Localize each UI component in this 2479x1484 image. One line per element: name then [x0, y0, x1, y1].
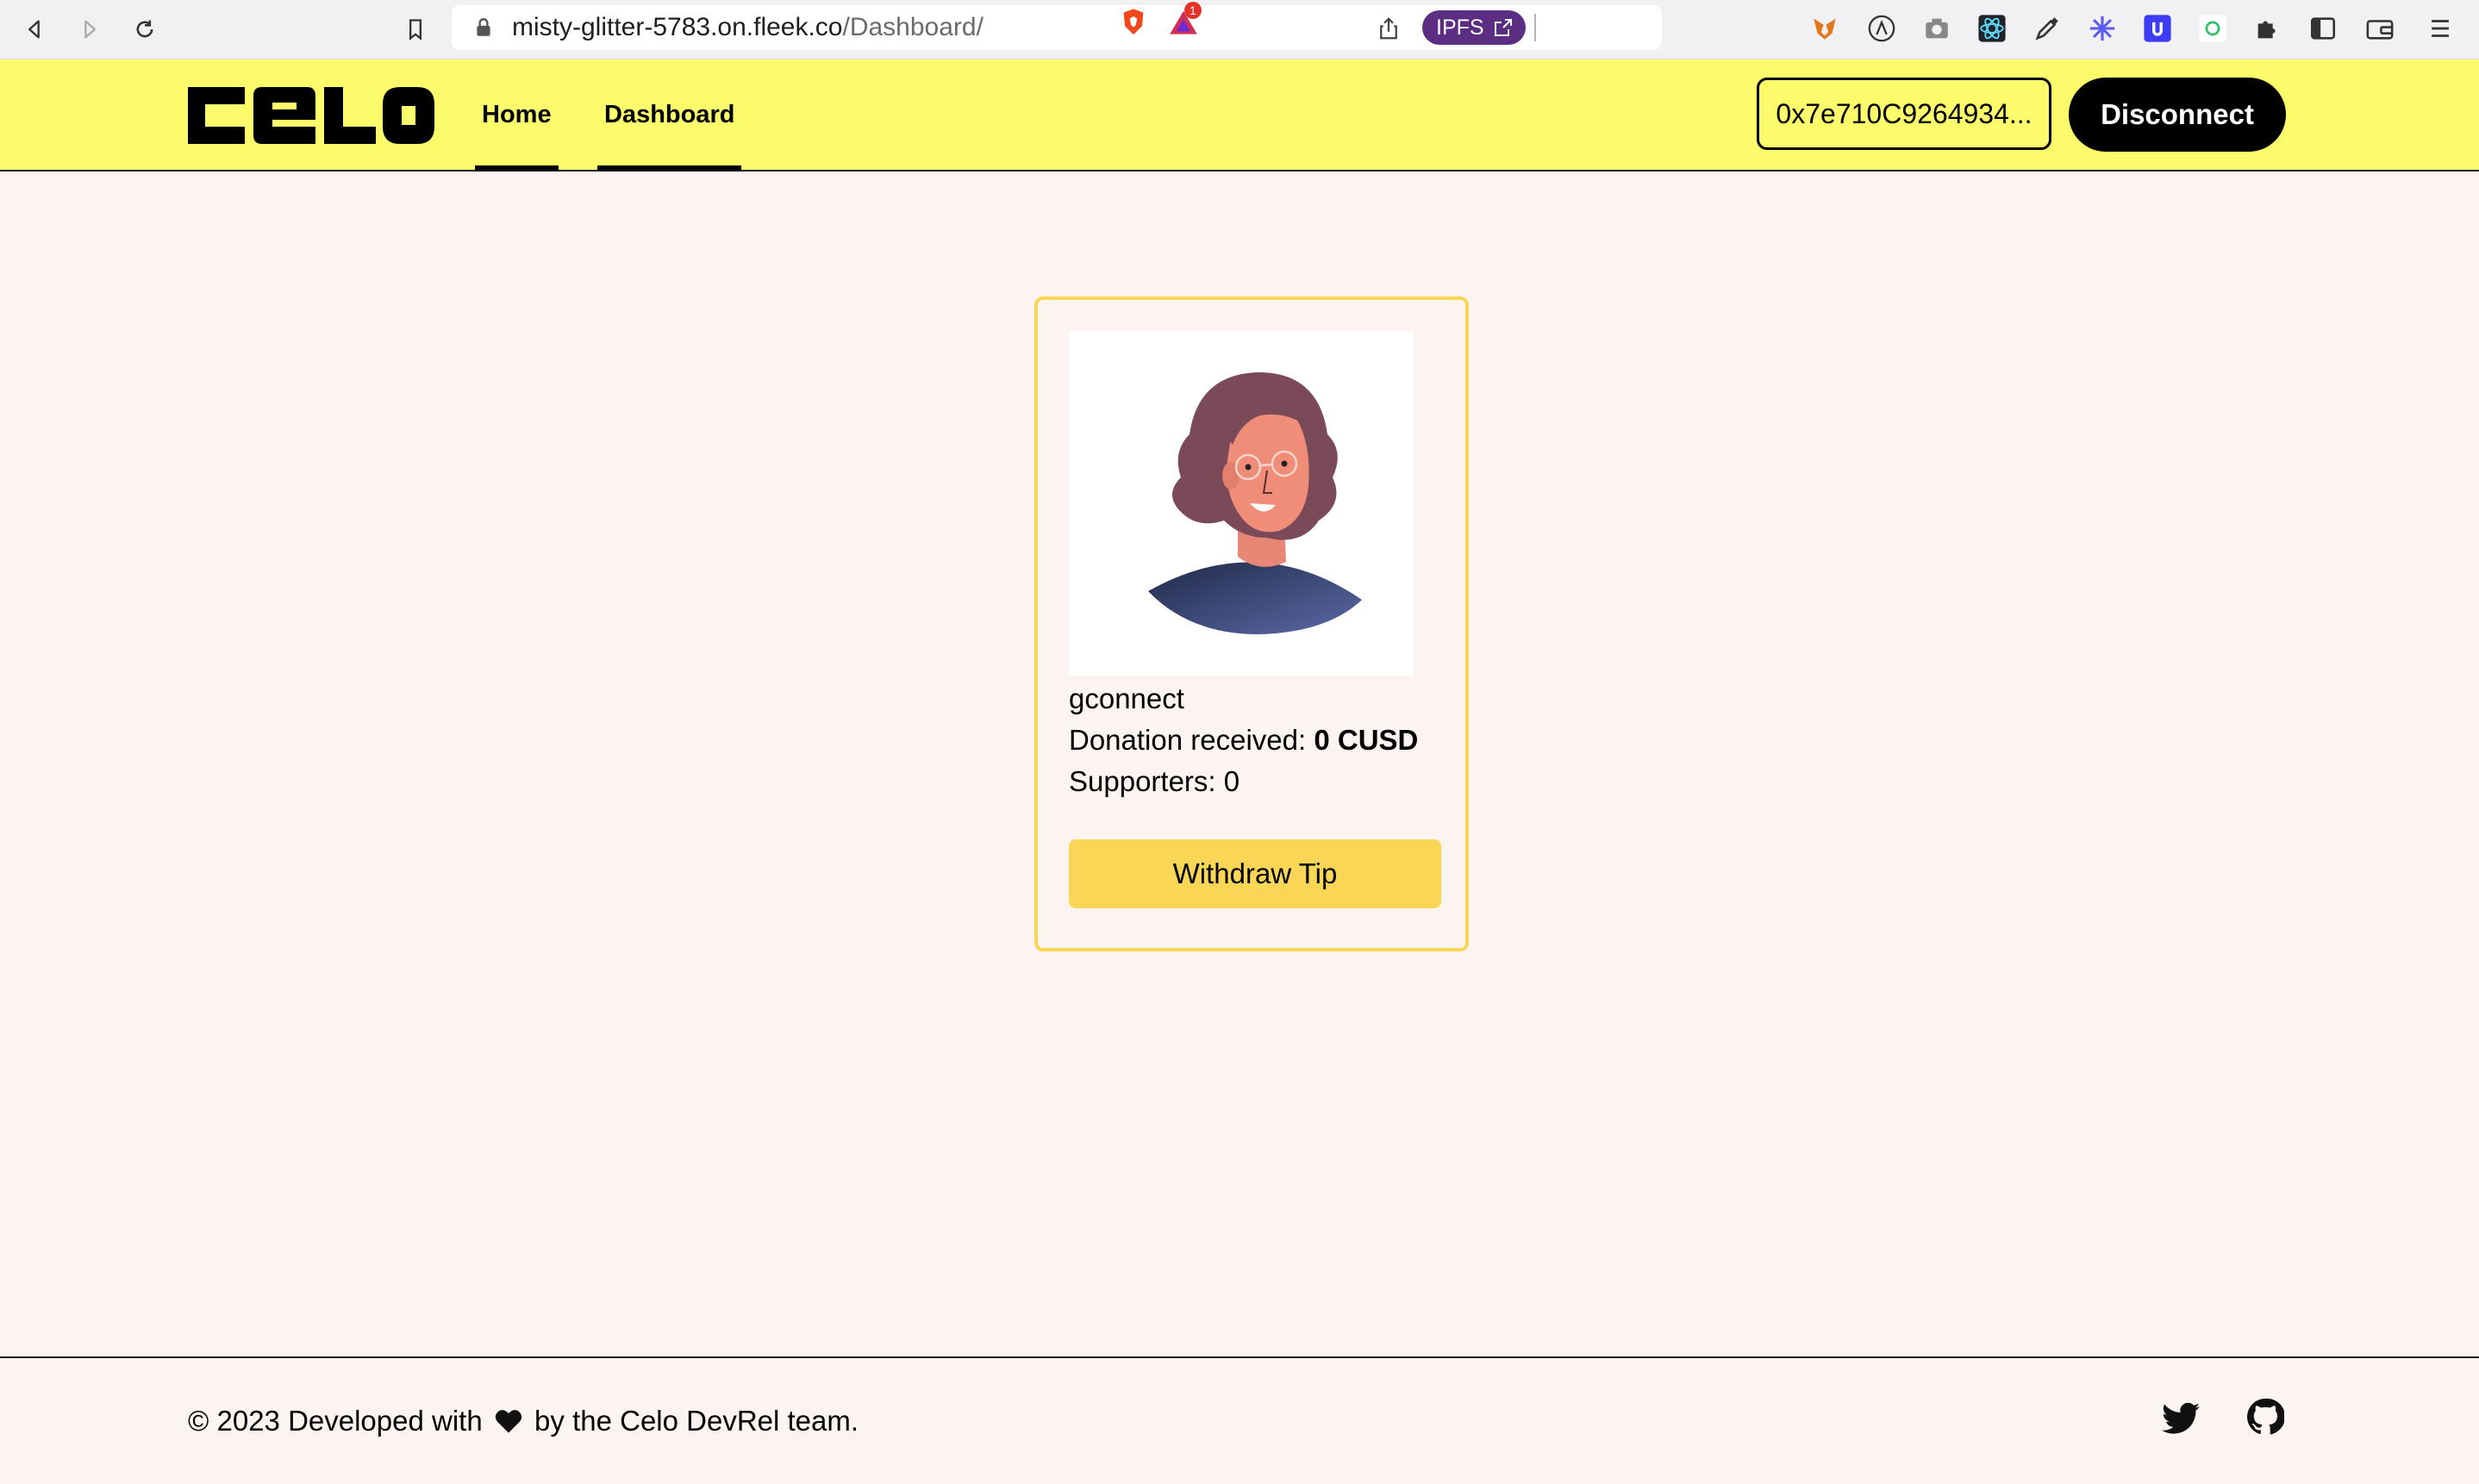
share-icon[interactable] — [1376, 16, 1402, 41]
eyedropper-icon[interactable] — [2033, 14, 2062, 43]
donation-value: 0 CUSD — [1314, 724, 1419, 756]
site-footer: © 2023 Developed with by the Celo DevRel… — [0, 1356, 2479, 1484]
url-host: misty-glitter-5783.on.fleek.co — [512, 13, 843, 41]
avatar-illustration — [1148, 372, 1362, 634]
donation-label: Donation received: — [1069, 724, 1307, 756]
forward-icon[interactable] — [72, 12, 107, 47]
creator-name: gconnect — [1069, 683, 1184, 714]
profile-card: gconnect Donation received: 0 CUSD Suppo… — [1034, 296, 1469, 951]
nav-dashboard[interactable]: Dashboard — [596, 59, 742, 170]
bookmark-icon[interactable] — [398, 12, 433, 47]
back-icon[interactable] — [17, 12, 52, 47]
metamask-icon[interactable] — [1810, 14, 1839, 43]
wallet-address[interactable]: 0x7e710C9264934... — [1757, 78, 2051, 150]
disconnect-button[interactable]: Disconnect — [2069, 78, 2286, 152]
wallet-icon[interactable] — [2365, 14, 2395, 43]
browser-toolbar: misty-glitter-5783.on.fleek.co/Dashboard… — [0, 0, 2479, 59]
camera-icon[interactable] — [1922, 14, 1951, 43]
withdraw-tip-button[interactable]: Withdraw Tip — [1069, 839, 1441, 908]
snowflake-icon[interactable] — [2088, 14, 2117, 43]
footer-text: © 2023 Developed with by the Celo DevRel… — [188, 1401, 859, 1441]
footer-text-suffix: by the Celo DevRel team. — [534, 1405, 859, 1437]
react-devtools-icon[interactable] — [1977, 14, 2007, 43]
supporters-value: 0 — [1223, 765, 1240, 797]
url-path: /Dashboard/ — [842, 13, 983, 41]
reload-icon[interactable] — [128, 12, 162, 47]
rewards-badge: 1 — [1184, 2, 1202, 19]
site-header: Home Dashboard 0x7e710C9264934... Discon… — [0, 59, 2479, 171]
celo-logo[interactable] — [188, 87, 434, 144]
avatar — [1069, 331, 1414, 676]
brave-shields-icon[interactable] — [1119, 7, 1148, 38]
extension-icon[interactable] — [2143, 14, 2172, 43]
nav-home[interactable]: Home — [475, 59, 559, 170]
ipfs-button[interactable]: IPFS — [1422, 10, 1526, 45]
extension-icon[interactable] — [2198, 14, 2227, 43]
divider — [1534, 14, 1536, 41]
lock-icon — [477, 18, 490, 36]
supporters-label: Supporters: — [1069, 765, 1216, 797]
twitter-icon[interactable] — [2162, 1401, 2200, 1436]
ipfs-label: IPFS — [1436, 16, 1484, 40]
url-text: misty-glitter-5783.on.fleek.co/Dashboard… — [512, 5, 983, 50]
heart-icon — [495, 1410, 522, 1433]
address-bar[interactable]: misty-glitter-5783.on.fleek.co/Dashboard… — [452, 5, 1662, 50]
github-icon[interactable] — [2246, 1398, 2284, 1436]
footer-text-prefix: © 2023 Developed with — [188, 1405, 483, 1437]
supporters-count: Supporters: 0 — [1069, 762, 1240, 801]
donation-received: Donation received: 0 CUSD — [1069, 720, 1418, 760]
sidebar-icon[interactable] — [2308, 14, 2338, 43]
external-link-icon — [1495, 19, 1512, 36]
puzzle-icon[interactable] — [2253, 14, 2282, 43]
menu-icon[interactable] — [2426, 14, 2455, 43]
extension-icon[interactable] — [1867, 14, 1896, 43]
